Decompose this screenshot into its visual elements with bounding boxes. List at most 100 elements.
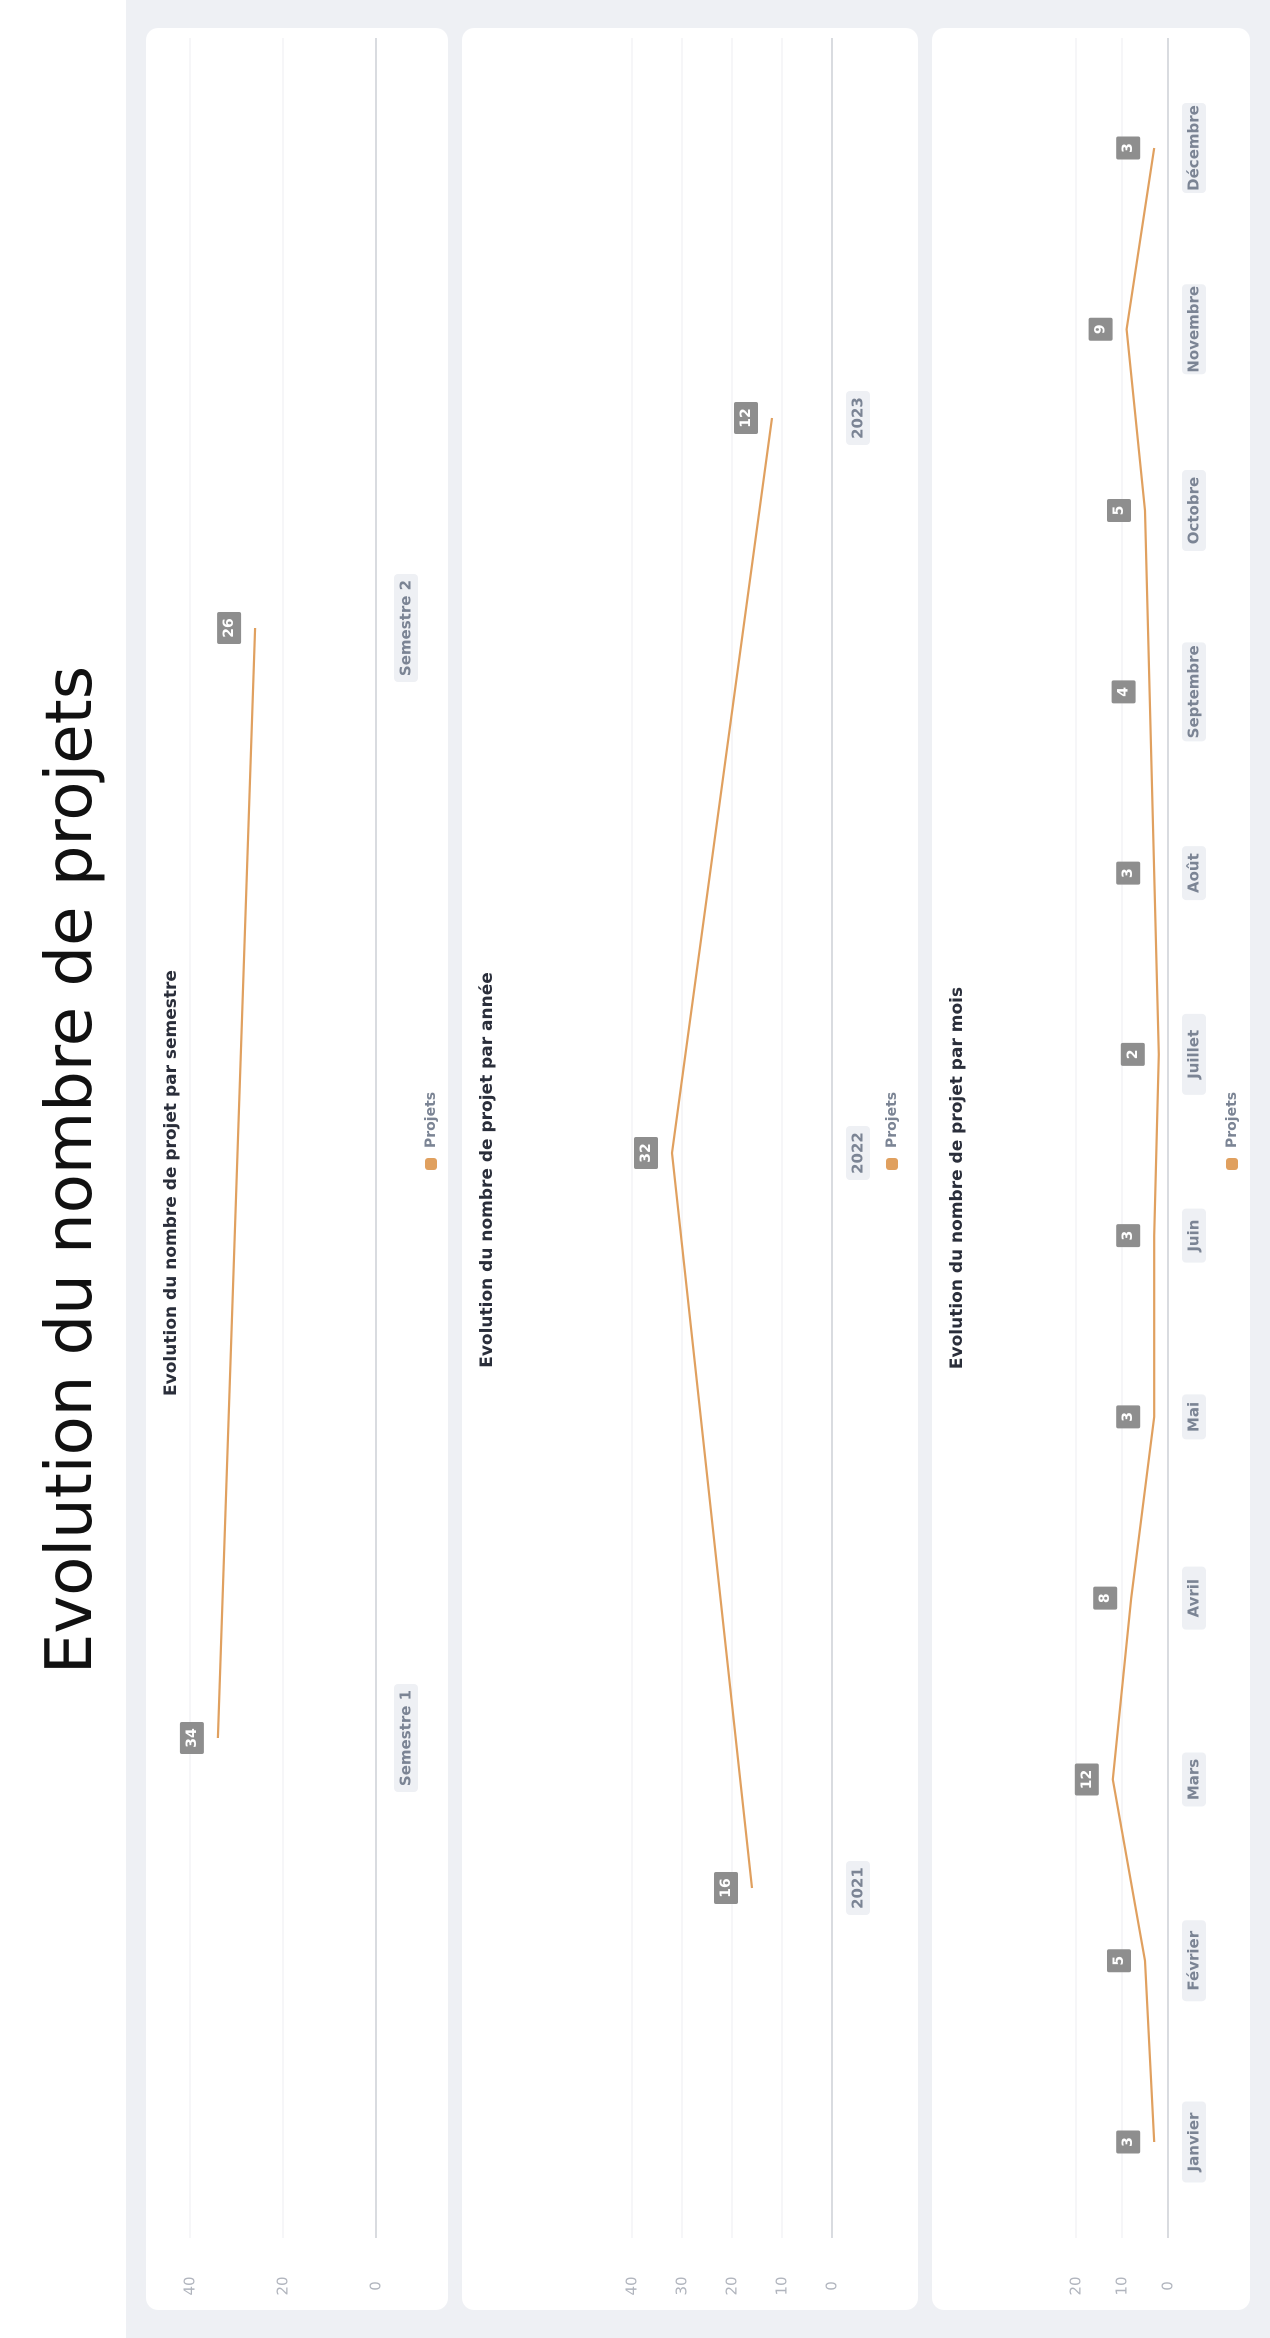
svg-text:Mars: Mars [1185,1759,1203,1800]
svg-text:Octobre: Octobre [1185,477,1203,544]
category-label-decembre: Décembre [1182,103,1206,193]
data-label-2022: 32 [634,1137,658,1169]
tick-label-10: 10 [1113,2276,1131,2295]
chart-title: Evolution du nombre de projet par mois [947,987,967,1369]
data-label-semestre-1: 34 [179,1722,204,1754]
data-label-mai: 3 [1116,1405,1141,1429]
svg-text:5: 5 [1111,1956,1127,1966]
svg-text:34: 34 [184,1728,200,1748]
tick-label-0: 0 [823,2281,841,2291]
tick-label-0: 0 [1159,2281,1177,2291]
category-label-janvier: Janvier [1182,2101,1206,2183]
svg-text:3: 3 [1120,868,1136,878]
data-label-mars: 12 [1074,1763,1099,1796]
category-label-juillet: Juillet [1182,1013,1206,1095]
chart-card-semestre: 0 20 40 Evolution du nombre de projet par s… [146,28,448,2310]
svg-text:Semestre 1: Semestre 1 [397,1690,415,1786]
series-line-projets [1111,147,1160,2143]
tick-label-30: 30 [673,2276,691,2295]
category-label-avril: Avril [1182,1566,1206,1630]
legend: Projets [423,1092,439,1170]
svg-text:Juillet: Juillet [1185,1030,1203,1080]
tick-label-10: 10 [773,2276,791,2295]
tick-label-40: 40 [623,2276,641,2295]
series-line-projets [216,627,257,1739]
category-label-semestre-1: Semestre 1 [394,1684,418,1792]
data-label-decembre: 3 [1116,136,1141,160]
category-label-2021: 2021 [846,1861,870,1915]
legend-swatch [1226,1158,1238,1170]
tick-label-20: 20 [274,2276,292,2295]
legend: Projets [1224,1092,1240,1170]
data-label-avril: 8 [1093,1586,1118,1610]
svg-text:Juin: Juin [1185,1220,1203,1253]
chart-card-annee: 0 10 20 30 40 Evolution du nombre de projet p… [462,28,918,2310]
svg-text:Novembre: Novembre [1185,286,1203,373]
legend-label: Projets [423,1092,439,1148]
category-label-octobre: Octobre [1182,470,1206,552]
tick-label-0: 0 [367,2281,385,2291]
data-label-fevrier: 5 [1107,1949,1131,1973]
svg-text:Août: Août [1185,853,1203,893]
data-label-septembre: 4 [1111,680,1136,704]
data-label-novembre: 9 [1088,317,1113,341]
chart-title: Evolution du nombre de projet par année [477,972,497,1368]
data-label-semestre-2: 26 [217,612,242,644]
category-label-2023: 2023 [846,391,870,445]
svg-text:32: 32 [638,1143,654,1162]
chart-mois: 0 10 20 Evolution du nombre de projet par m… [947,38,1240,2296]
svg-text:Semestre 2: Semestre 2 [397,580,415,676]
svg-text:Septembre: Septembre [1185,645,1203,738]
category-label-novembre: Novembre [1182,284,1206,375]
svg-text:16: 16 [718,1878,734,1897]
svg-text:8: 8 [1097,1593,1113,1603]
legend-label: Projets [1224,1092,1240,1148]
svg-text:Janvier: Janvier [1185,2112,1203,2172]
data-label-octobre: 5 [1107,499,1131,523]
legend-swatch [425,1158,437,1170]
legend-label: Projets [884,1092,900,1148]
data-label-juin: 3 [1116,1224,1141,1248]
series-line-projets [670,417,774,1889]
data-label-2021: 16 [714,1872,738,1904]
svg-text:2: 2 [1125,1049,1141,1059]
svg-text:Mai: Mai [1185,1402,1203,1432]
data-label-janvier: 3 [1116,2130,1141,2154]
category-label-mars: Mars [1182,1752,1206,1807]
dashboard: 0 20 40 Evolution du nombre de projet par s… [126,0,1270,2338]
data-label-aout: 3 [1116,861,1141,885]
svg-text:26: 26 [221,618,237,637]
category-label-septembre: Septembre [1182,642,1206,742]
category-label-aout: Août [1182,846,1206,901]
legend-swatch [886,1158,898,1170]
category-label-juin: Juin [1182,1208,1206,1263]
svg-text:2022: 2022 [849,1132,867,1174]
svg-text:3: 3 [1120,143,1136,153]
svg-text:12: 12 [738,408,754,427]
data-label-juillet: 2 [1120,1042,1145,1066]
svg-text:Avril: Avril [1185,1579,1203,1618]
svg-text:Décembre: Décembre [1185,105,1203,191]
svg-text:2023: 2023 [849,397,867,439]
svg-text:Février: Février [1185,1930,1203,1990]
page-title-text: Evolution du nombre de projets [33,665,107,1675]
chart-annee: 0 10 20 30 40 Evolution du nombre de projet p… [477,38,900,2296]
tick-label-20: 20 [1067,2276,1085,2295]
chart-card-mois: 0 10 20 Evolution du nombre de projet par m… [932,28,1250,2310]
svg-text:9: 9 [1093,324,1109,334]
chart-semestre: 0 20 40 Evolution du nombre de projet par s… [161,38,439,2296]
svg-text:5: 5 [1111,506,1127,516]
chart-title: Evolution du nombre de projet par semest… [161,970,181,1396]
svg-text:3: 3 [1120,1412,1136,1422]
category-label-2022: 2022 [846,1126,870,1180]
svg-text:3: 3 [1120,1231,1136,1241]
category-label-fevrier: Février [1182,1920,1206,2002]
tick-label-40: 40 [181,2276,199,2295]
data-label-2023: 12 [734,402,758,434]
svg-text:4: 4 [1116,687,1132,697]
svg-text:3: 3 [1120,2137,1136,2147]
category-label-semestre-2: Semestre 2 [394,574,418,682]
category-label-mai: Mai [1182,1394,1206,1440]
tick-label-20: 20 [723,2276,741,2295]
svg-text:2021: 2021 [849,1867,867,1909]
